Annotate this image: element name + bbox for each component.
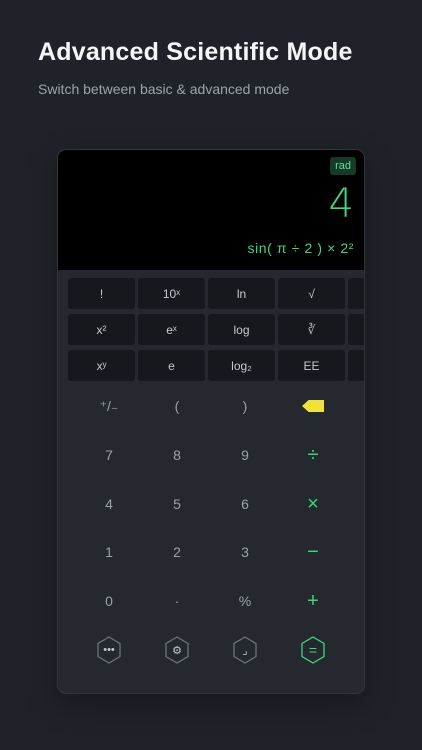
digit-4-key[interactable]: 4 (77, 486, 141, 522)
sci-key-overflow[interactable] (348, 278, 364, 309)
factorial-key[interactable]: ! (68, 278, 135, 309)
angle-mode-toggle[interactable]: rad (330, 157, 356, 175)
digit-7-key[interactable]: 7 (77, 437, 141, 473)
digit-0-key[interactable]: 0 (77, 583, 141, 619)
digit-1-key[interactable]: 1 (77, 534, 141, 570)
page-subtitle: Switch between basic & advanced mode (38, 81, 290, 97)
ln-key[interactable]: ln (208, 278, 275, 309)
equals-button[interactable]: = (298, 635, 328, 665)
euler-key[interactable]: e (138, 350, 205, 381)
percent-key[interactable]: % (213, 583, 277, 619)
history-button[interactable]: ⌟ (230, 635, 260, 665)
sqrt-key[interactable]: √ (278, 278, 345, 309)
log2-key[interactable]: log₂ (208, 350, 275, 381)
digit-9-key[interactable]: 9 (213, 437, 277, 473)
open-paren-key[interactable]: ( (145, 388, 209, 424)
gear-icon: ⚙ (172, 644, 182, 657)
scientific-keypad: ! 10ˣ ln √ x² eˣ log ∛ xʸ e log₂ EE (68, 278, 364, 382)
cube-root-key[interactable]: ∛ (278, 314, 345, 345)
power-key[interactable]: xʸ (68, 350, 135, 381)
ten-power-key[interactable]: 10ˣ (138, 278, 205, 309)
divide-key[interactable]: ÷ (281, 437, 345, 473)
log-key[interactable]: log (208, 314, 275, 345)
digit-6-key[interactable]: 6 (213, 486, 277, 522)
square-key[interactable]: x² (68, 314, 135, 345)
more-button[interactable]: ••• (94, 635, 124, 665)
close-paren-key[interactable]: ) (213, 388, 277, 424)
calculator-display: rad 4 sin( π ÷ 2 ) × 2² (58, 150, 364, 270)
sign-toggle-key[interactable]: ⁺/₋ (77, 388, 141, 424)
subtract-key[interactable]: − (281, 534, 345, 570)
sci-key-overflow[interactable] (348, 314, 364, 345)
page-title: Advanced Scientific Mode (38, 38, 353, 66)
digit-8-key[interactable]: 8 (145, 437, 209, 473)
history-icon: ⌟ (242, 644, 248, 657)
digit-2-key[interactable]: 2 (145, 534, 209, 570)
add-key[interactable]: + (281, 583, 345, 619)
result-value: 4 (328, 181, 354, 227)
decimal-key[interactable]: · (145, 583, 209, 619)
more-icon: ••• (103, 644, 115, 656)
settings-button[interactable]: ⚙ (162, 635, 192, 665)
calculator-device: rad 4 sin( π ÷ 2 ) × 2² ! 10ˣ ln √ x² eˣ… (58, 150, 364, 693)
equals-icon: = (308, 642, 318, 658)
ee-key[interactable]: EE (278, 350, 345, 381)
digit-5-key[interactable]: 5 (145, 486, 209, 522)
exp-key[interactable]: eˣ (138, 314, 205, 345)
multiply-key[interactable]: × (281, 486, 345, 522)
expression-text: sin( π ÷ 2 ) × 2² (247, 240, 354, 256)
sci-key-overflow[interactable] (348, 350, 364, 381)
backspace-button[interactable] (281, 388, 345, 424)
digit-3-key[interactable]: 3 (213, 534, 277, 570)
backspace-icon (302, 400, 324, 412)
